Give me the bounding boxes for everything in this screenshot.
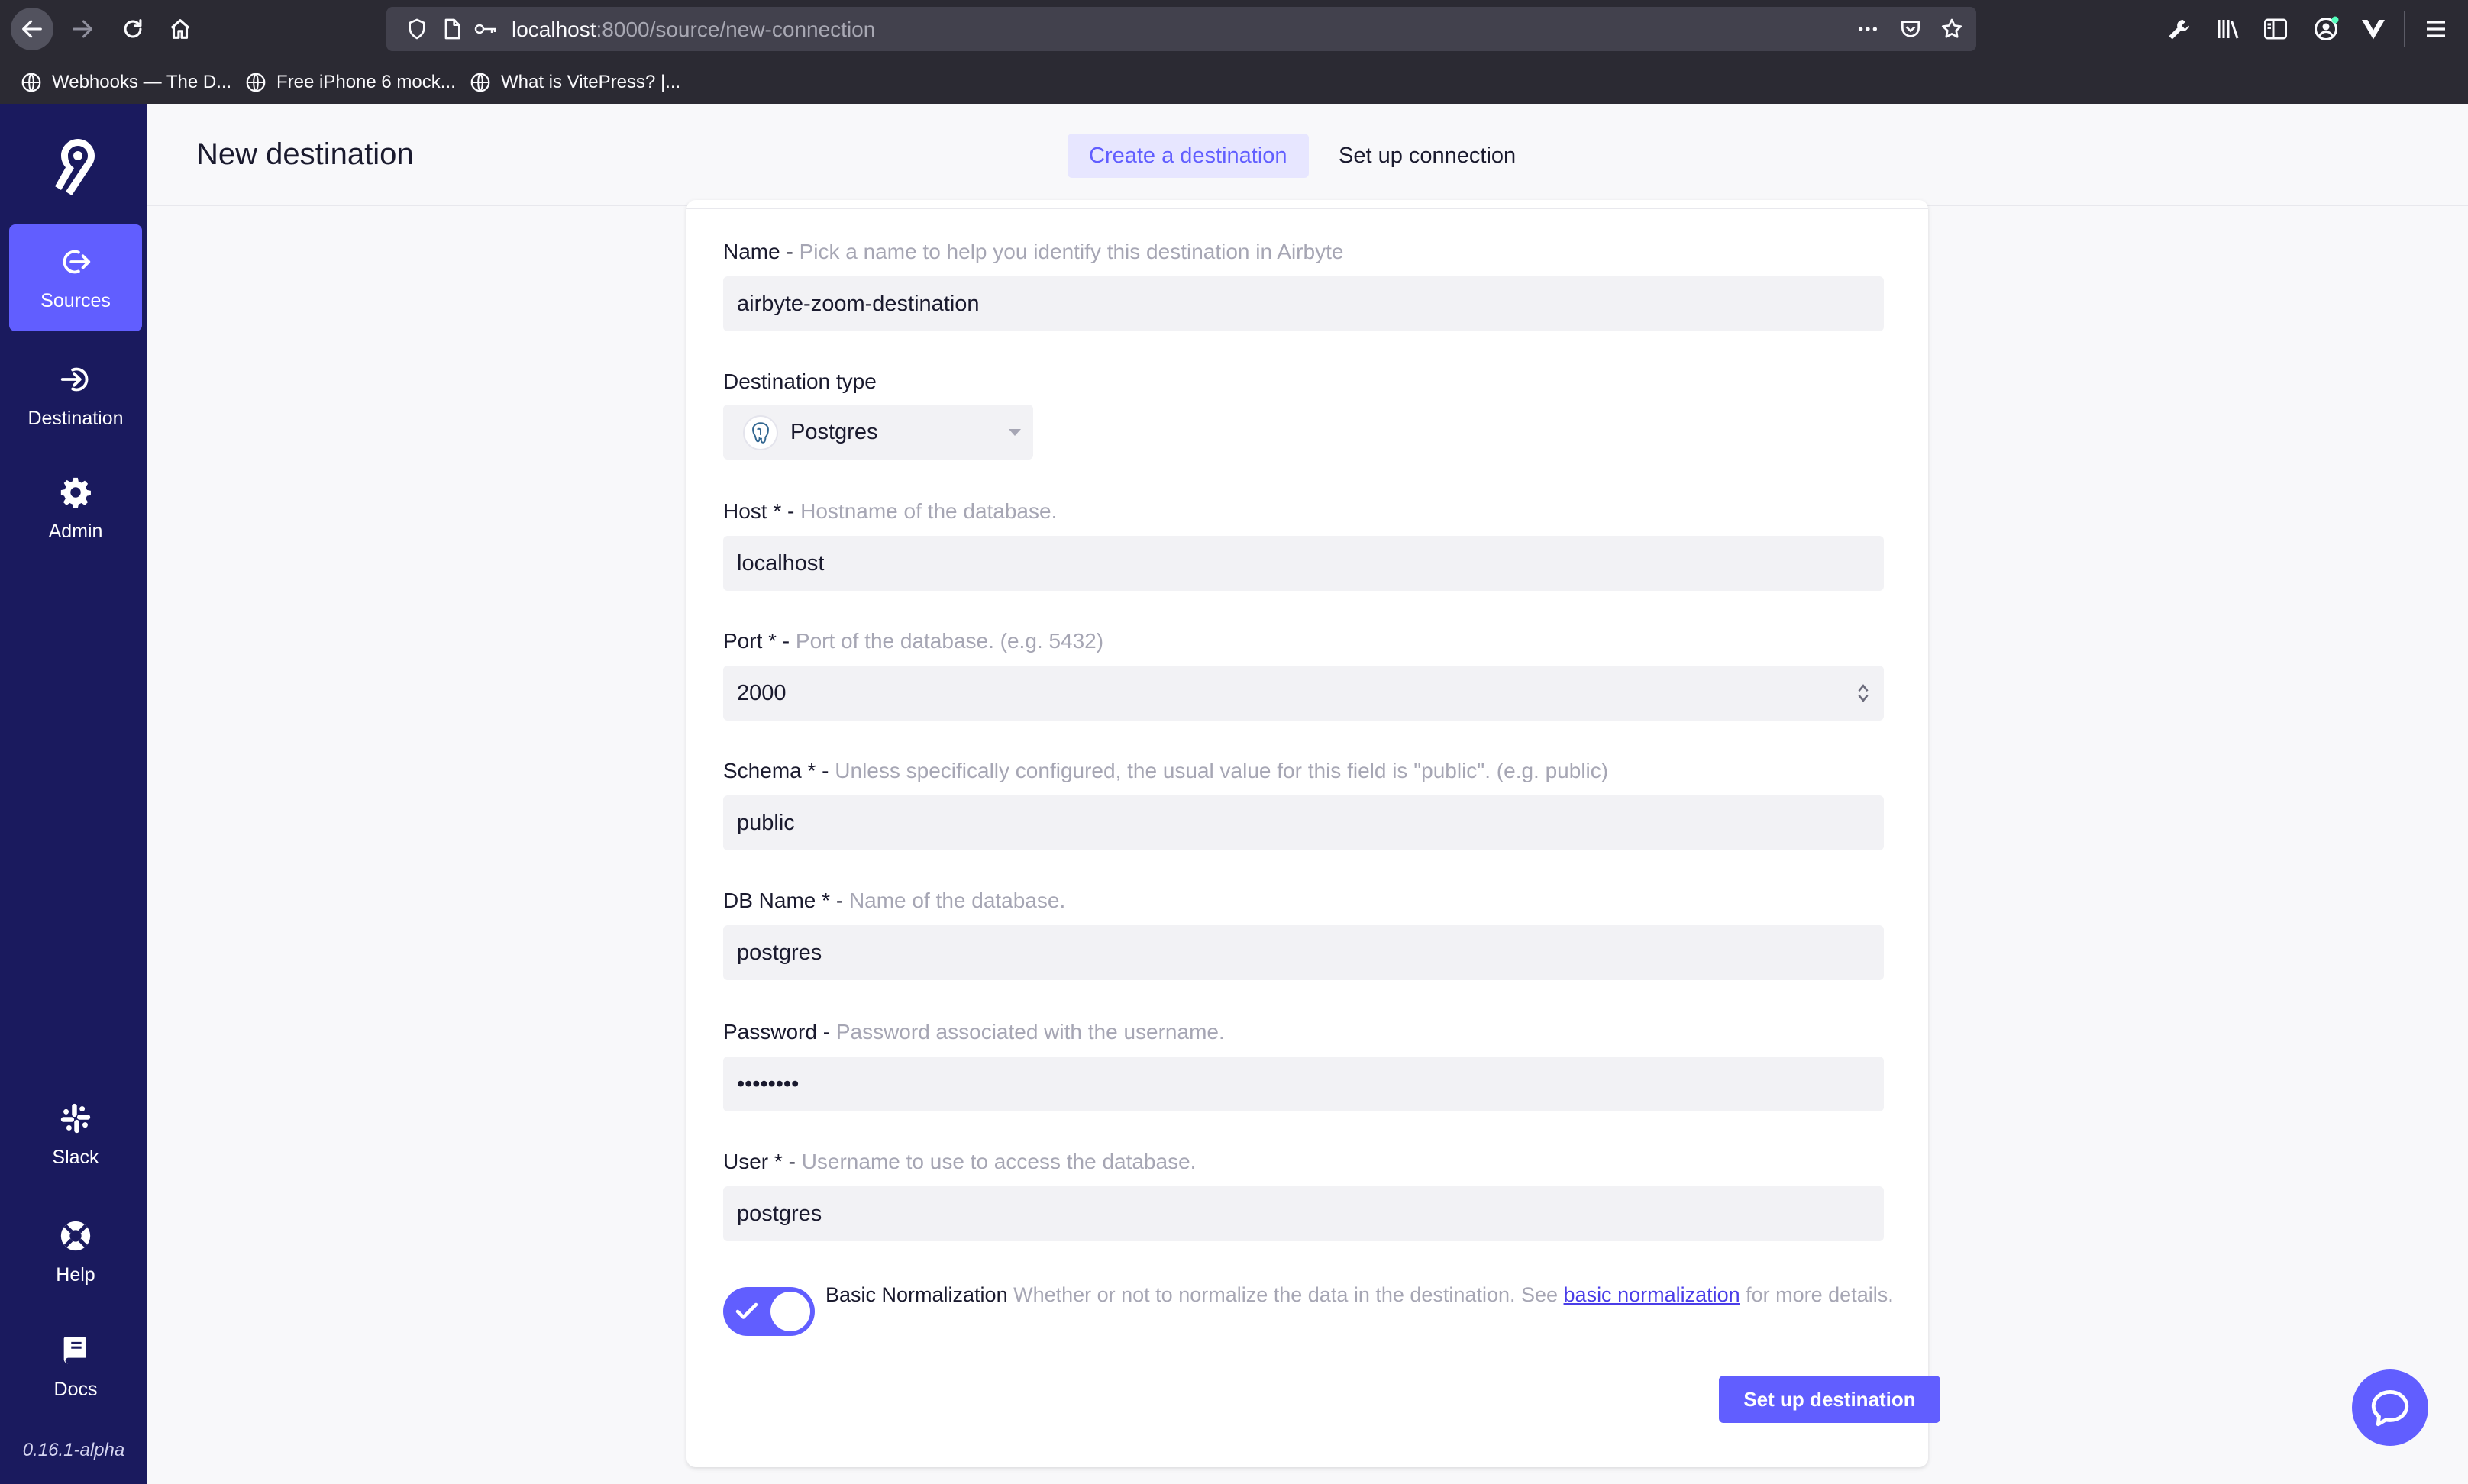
globe-icon bbox=[21, 73, 41, 92]
app-sidebar: Sources Destination Admin Slack Help Doc… bbox=[0, 104, 147, 1484]
port-field-label: Port * - Port of the database. (e.g. 543… bbox=[723, 629, 1104, 653]
bookmark-item[interactable]: What is VitePress? |... bbox=[469, 69, 680, 96]
back-icon[interactable] bbox=[11, 8, 53, 50]
name-input[interactable]: airbyte-zoom-destination bbox=[723, 276, 1884, 331]
sidebar-item-label: Slack bbox=[52, 1146, 99, 1168]
check-icon bbox=[735, 1302, 758, 1319]
pocket-icon[interactable] bbox=[1898, 17, 1923, 41]
name-field-label: Name - Pick a name to help you identify … bbox=[723, 240, 1344, 263]
account-icon[interactable] bbox=[2312, 15, 2340, 43]
sidebar-item-docs[interactable]: Docs bbox=[9, 1313, 142, 1420]
toolbar-divider bbox=[2404, 11, 2405, 47]
slack-icon bbox=[60, 1103, 91, 1133]
user-field-label: User * - Username to use to access the d… bbox=[723, 1150, 1197, 1173]
step-create-destination[interactable]: Create a destination bbox=[1068, 134, 1309, 178]
sidebar-item-destination[interactable]: Destination bbox=[9, 342, 142, 449]
bookmark-item[interactable]: Free iPhone 6 mock... bbox=[244, 69, 456, 96]
sidebar-item-label: Help bbox=[56, 1263, 95, 1286]
more-icon[interactable] bbox=[1856, 17, 1880, 41]
globe-icon bbox=[470, 73, 490, 92]
browser-toolbar: localhost:8000/source/new-connection bbox=[0, 0, 2468, 58]
set-up-destination-button[interactable]: Set up destination bbox=[1719, 1376, 1940, 1423]
browser-chrome: localhost:8000/source/new-connection Web… bbox=[0, 0, 2468, 104]
airbyte-logo-icon[interactable] bbox=[47, 134, 102, 195]
address-bar[interactable]: localhost:8000/source/new-connection bbox=[386, 7, 1976, 51]
user-input[interactable]: postgres bbox=[723, 1186, 1884, 1241]
wrench-icon[interactable] bbox=[2166, 15, 2193, 43]
chevron-down-icon bbox=[1009, 429, 1021, 436]
sidebar-item-label: Docs bbox=[53, 1378, 98, 1400]
bookmark-label: Free iPhone 6 mock... bbox=[276, 72, 456, 92]
destination-type-select[interactable]: Postgres bbox=[723, 405, 1033, 460]
sidebar-item-label: Admin bbox=[48, 520, 103, 542]
number-stepper-icon[interactable] bbox=[1856, 682, 1870, 704]
password-input[interactable]: •••••••• bbox=[723, 1057, 1884, 1111]
sidebar-item-label: Sources bbox=[40, 289, 111, 311]
menu-icon[interactable] bbox=[2422, 15, 2450, 43]
destination-type-value: Postgres bbox=[790, 420, 878, 444]
chat-bubble-icon bbox=[2371, 1390, 2409, 1427]
card-divider bbox=[686, 200, 1928, 209]
forward-icon[interactable] bbox=[61, 8, 104, 50]
gear-icon bbox=[60, 477, 91, 508]
password-field-label: Password - Password associated with the … bbox=[723, 1020, 1225, 1044]
sidebar-item-slack[interactable]: Slack bbox=[9, 1081, 142, 1188]
normalization-description: Basic Normalization Whether or not to no… bbox=[825, 1283, 1894, 1306]
bookmarks-bar: Webhooks — The D... Free iPhone 6 mock..… bbox=[0, 64, 2468, 102]
schema-input[interactable]: public bbox=[723, 795, 1884, 850]
reload-icon[interactable] bbox=[111, 8, 154, 50]
destination-type-label: Destination type bbox=[723, 369, 877, 393]
globe-icon bbox=[246, 73, 266, 92]
sidebar-item-label: Destination bbox=[27, 407, 124, 429]
postgres-icon bbox=[743, 415, 778, 450]
basic-normalization-link[interactable]: basic normalization bbox=[1564, 1283, 1740, 1306]
sidebar-item-help[interactable]: Help bbox=[9, 1198, 142, 1305]
page-title: New destination bbox=[196, 137, 414, 171]
lifebuoy-icon bbox=[60, 1221, 91, 1250]
chat-widget-button[interactable] bbox=[2352, 1369, 2428, 1446]
book-icon bbox=[63, 1337, 86, 1363]
sidebar-toggle-icon[interactable] bbox=[2262, 15, 2289, 43]
step-set-up-connection[interactable]: Set up connection bbox=[1317, 134, 1537, 178]
sidebar-item-admin[interactable]: Admin bbox=[9, 455, 142, 562]
page-icon bbox=[444, 18, 460, 40]
main-content: Name - Pick a name to help you identify … bbox=[147, 200, 2468, 1484]
sidebar-item-sources[interactable]: Sources bbox=[9, 224, 142, 331]
toggle-knob bbox=[770, 1292, 810, 1331]
host-field-label: Host * - Hostname of the database. bbox=[723, 499, 1058, 523]
arrow-in-circle-icon bbox=[60, 367, 89, 391]
vue-devtools-icon[interactable] bbox=[2360, 15, 2387, 43]
bookmark-item[interactable]: Webhooks — The D... bbox=[20, 69, 231, 96]
arrow-out-circle-icon bbox=[63, 250, 91, 273]
destination-form-card: Name - Pick a name to help you identify … bbox=[686, 200, 1940, 1467]
schema-field-label: Schema * - Unless specifically configure… bbox=[723, 759, 1609, 782]
home-icon[interactable] bbox=[159, 8, 202, 50]
key-icon[interactable] bbox=[473, 17, 498, 41]
normalization-label: Basic Normalization bbox=[825, 1283, 1008, 1306]
basic-normalization-toggle[interactable] bbox=[723, 1287, 815, 1336]
db-name-input[interactable]: postgres bbox=[723, 925, 1884, 980]
bookmark-label: What is VitePress? |... bbox=[501, 72, 681, 92]
shield-icon[interactable] bbox=[405, 17, 429, 41]
host-input[interactable]: localhost bbox=[723, 536, 1884, 591]
library-icon[interactable] bbox=[2214, 15, 2242, 43]
page-header: New destination Create a destination Set… bbox=[147, 104, 2468, 206]
bookmark-label: Webhooks — The D... bbox=[52, 72, 232, 92]
db-name-field-label: DB Name * - Name of the database. bbox=[723, 889, 1066, 912]
url-text[interactable]: localhost:8000/source/new-connection bbox=[512, 18, 875, 42]
star-icon[interactable] bbox=[1940, 17, 1964, 41]
port-input[interactable]: 2000 bbox=[723, 666, 1884, 721]
app-version: 0.16.1-alpha bbox=[22, 1440, 125, 1460]
